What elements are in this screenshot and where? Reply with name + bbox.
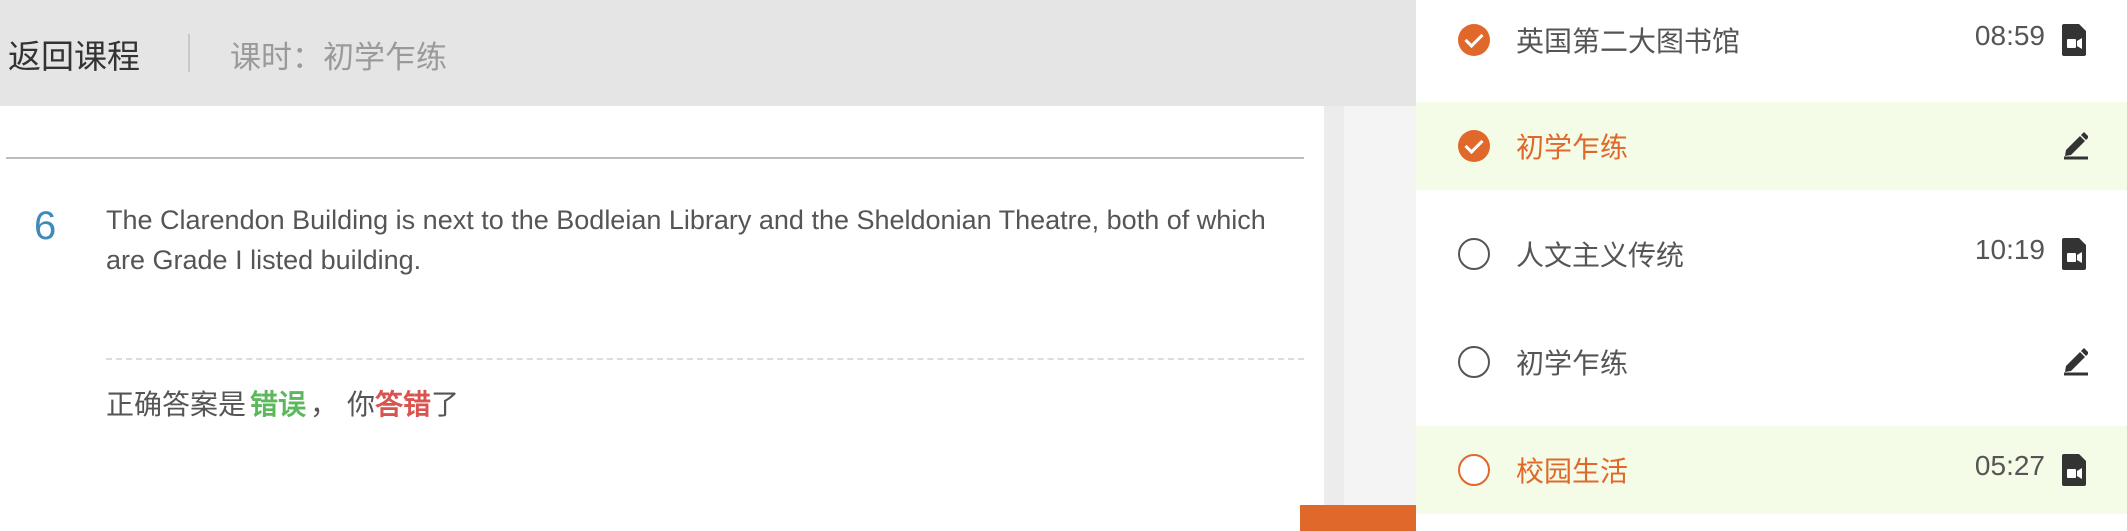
left-pane: 返回课程 课时：初学乍练 6 The Clarendon Building is… xyxy=(0,0,1416,531)
lesson-item-active[interactable]: 初学乍练 xyxy=(1416,102,2127,190)
question-text: The Clarendon Building is next to the Bo… xyxy=(106,205,1266,275)
dashed-divider xyxy=(106,358,1304,360)
answer-prefix: 正确答案是 xyxy=(106,388,247,421)
lesson-label: 校园生活 xyxy=(1516,455,1629,488)
lesson-label: 初学乍练 xyxy=(1516,347,1629,380)
top-bar: 返回课程 课时：初学乍练 xyxy=(0,0,1416,106)
video-file-icon xyxy=(2062,238,2086,270)
lesson-item-active[interactable]: 校园生活 05:27 xyxy=(1416,426,2127,514)
question-number: 6 xyxy=(34,204,57,248)
lesson-title: 课时：初学乍练 xyxy=(230,40,447,76)
lesson-list: 英国第二大图书馆 08:59 初学乍练 人文主义传统 10:19 初学乍练 校园… xyxy=(1416,0,2127,531)
lesson-label: 英国第二大图书馆 xyxy=(1516,25,1741,58)
pencil-icon xyxy=(2064,132,2088,160)
lesson-item[interactable]: 初学乍练 xyxy=(1416,318,2127,406)
answer-separator: ， xyxy=(310,388,339,421)
header-divider xyxy=(188,34,190,72)
pencil-icon xyxy=(2064,348,2088,376)
top-divider xyxy=(6,157,1304,159)
back-to-course-link[interactable]: 返回课程 xyxy=(8,30,140,78)
orange-tab-button[interactable] xyxy=(1300,505,1416,531)
incomplete-circle-icon xyxy=(1458,238,1490,270)
incomplete-circle-icon xyxy=(1458,454,1490,486)
lesson-label: 人文主义传统 xyxy=(1516,239,1685,272)
content-scrollbar-track[interactable] xyxy=(1324,106,1344,531)
completed-check-icon xyxy=(1458,130,1490,162)
video-file-icon xyxy=(2062,24,2086,56)
question-card xyxy=(0,106,1324,531)
result-suffix: 了 xyxy=(430,388,459,421)
lesson-label: 初学乍练 xyxy=(1516,131,1629,164)
answer-feedback: 正确答案是 错误， 你答错了 xyxy=(106,383,459,423)
correct-answer: 错误 xyxy=(250,388,307,421)
lesson-duration: 05:27 xyxy=(1974,450,2045,481)
completed-check-icon xyxy=(1458,24,1490,56)
incomplete-circle-icon xyxy=(1458,346,1490,378)
lesson-duration: 10:19 xyxy=(1974,234,2045,265)
lesson-item[interactable]: 人文主义传统 10:19 xyxy=(1416,210,2127,298)
lesson-item[interactable]: 英国第二大图书馆 08:59 xyxy=(1416,0,2127,84)
you-prefix: 你 xyxy=(346,388,375,421)
result-wrong: 答错 xyxy=(374,388,431,421)
video-file-icon xyxy=(2062,454,2086,486)
lesson-duration: 08:59 xyxy=(1974,20,2045,51)
